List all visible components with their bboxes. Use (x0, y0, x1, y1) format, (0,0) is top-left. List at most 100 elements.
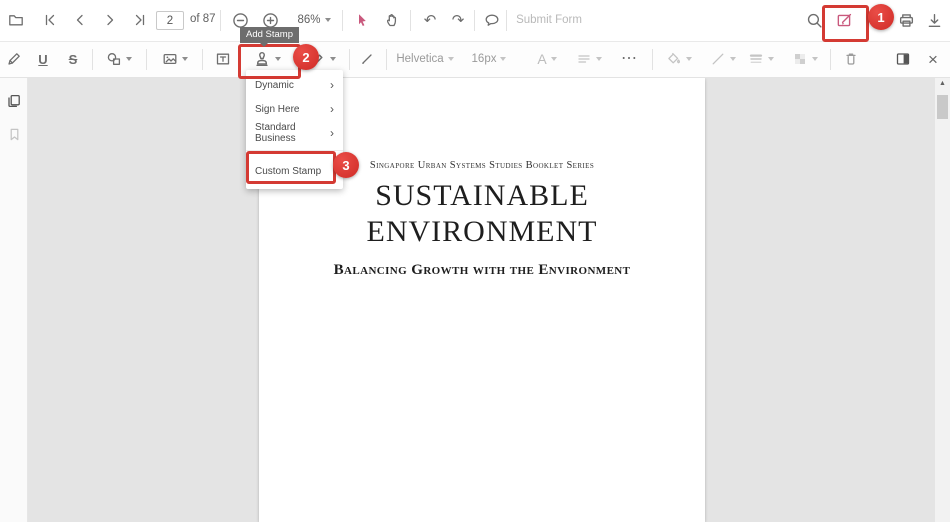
printer-icon (899, 13, 913, 27)
chevron-left-icon (76, 14, 83, 26)
first-page-icon (45, 14, 55, 26)
undo-icon: ↶ (423, 11, 437, 29)
comment-button[interactable] (478, 6, 506, 34)
divider (146, 49, 147, 70)
download-icon (928, 13, 940, 27)
callout-badge-3: 3 (333, 152, 359, 178)
image-tool-button[interactable] (154, 44, 196, 74)
page-thumbnails-button[interactable] (3, 90, 25, 112)
font-color-icon: A (537, 51, 547, 67)
underline-tool-button[interactable]: U (28, 44, 58, 74)
font-color-dropdown[interactable]: A (530, 44, 564, 74)
stamp-icon (256, 51, 268, 67)
font-family-value: Helvetica (396, 53, 444, 65)
divider (652, 49, 653, 70)
hand-icon (386, 14, 397, 27)
annotate-mode-button[interactable] (830, 6, 858, 34)
add-stamp-tooltip: Add Stamp (240, 27, 299, 43)
opacity-icon (795, 54, 805, 64)
cursor-arrow-icon (359, 14, 366, 26)
scrollbar-thumb[interactable] (937, 95, 948, 119)
delete-annotation-button[interactable] (836, 44, 866, 74)
close-icon: × (928, 49, 938, 69)
edit-annotation-icon (837, 13, 851, 26)
stroke-color-icon (712, 53, 724, 65)
last-page-button[interactable] (126, 6, 154, 34)
workspace: Singapore Urban Systems Studies Booklet … (0, 78, 950, 522)
caret-down-icon (768, 57, 774, 61)
last-page-icon (135, 14, 145, 26)
opacity-dropdown[interactable] (784, 44, 826, 74)
next-page-button[interactable] (96, 6, 124, 34)
divider (410, 10, 411, 31)
menu-item-label: Sign Here (255, 103, 300, 115)
pages-icon (8, 94, 20, 108)
ink-pen-tool-button[interactable] (352, 44, 382, 74)
caret-down-icon (730, 57, 736, 61)
left-sidebar (0, 78, 28, 522)
text-box-tool-button[interactable] (208, 44, 238, 74)
speech-bubble-icon (485, 14, 499, 26)
redo-icon: ↷ (451, 11, 465, 29)
line-thickness-icon (749, 54, 763, 63)
font-family-dropdown[interactable]: Helvetica (394, 44, 456, 74)
divider (386, 49, 387, 70)
divider (349, 49, 350, 70)
align-left-icon (578, 55, 590, 63)
shapes-tool-button[interactable] (98, 44, 140, 74)
scroll-up-arrow-icon[interactable]: ▲ (935, 80, 950, 87)
divider (830, 49, 831, 70)
caret-down-icon (182, 57, 188, 61)
menu-item-sign-here[interactable]: Sign Here › (246, 97, 343, 121)
panel-toggle-button[interactable] (888, 44, 918, 74)
previous-page-button[interactable] (66, 6, 94, 34)
strikethrough-tool-button[interactable]: S (58, 44, 88, 74)
print-button[interactable] (892, 6, 920, 34)
submit-form-label: Submit Form (516, 14, 582, 26)
underline-icon: U (38, 51, 48, 67)
first-page-button[interactable] (36, 6, 64, 34)
submenu-chevron-icon: › (330, 102, 334, 116)
caret-down-icon (550, 57, 557, 61)
menu-item-dynamic[interactable]: Dynamic › (246, 73, 343, 97)
vertical-scrollbar[interactable]: ▲ (935, 78, 950, 522)
divider (202, 49, 203, 70)
open-file-button[interactable] (2, 6, 30, 34)
download-button[interactable] (920, 6, 948, 34)
line-thickness-dropdown[interactable] (740, 44, 782, 74)
stamp-dropdown-menu: Dynamic › Sign Here › Standard Business … (246, 70, 343, 189)
caret-down-icon (330, 57, 336, 61)
fill-color-dropdown[interactable] (658, 44, 700, 74)
menu-item-custom-stamp[interactable]: Custom Stamp (246, 157, 343, 185)
close-toolbar-button[interactable]: × (918, 44, 948, 74)
undo-button[interactable]: ↶ (416, 6, 444, 34)
pan-tool-button[interactable] (378, 6, 406, 34)
submit-form-button[interactable]: Submit Form (514, 6, 584, 34)
divider (342, 10, 343, 31)
document-subtitle: Balancing Growth with the Environment (333, 262, 631, 278)
select-tool-button[interactable] (348, 6, 376, 34)
more-options-button[interactable]: ⋯ (614, 44, 644, 74)
edit-toolbar: U S Helvetica 16px A ⋯ × (0, 42, 950, 78)
image-icon (163, 53, 177, 65)
pencil-tool-button[interactable] (0, 44, 28, 74)
caret-down-icon (126, 57, 132, 61)
font-size-dropdown[interactable]: 16px (466, 44, 512, 74)
bookmarks-button[interactable] (3, 123, 25, 145)
page-count-label: of 87 (190, 13, 216, 25)
search-icon (807, 13, 822, 28)
page-number-input[interactable] (156, 11, 184, 30)
text-align-dropdown[interactable] (568, 44, 610, 74)
search-button[interactable] (800, 6, 828, 34)
redo-button[interactable]: ↷ (444, 6, 472, 34)
caret-down-icon (324, 18, 331, 22)
side-panel-icon (896, 53, 910, 65)
strikethrough-icon: S (68, 51, 78, 67)
document-canvas[interactable]: Singapore Urban Systems Studies Booklet … (28, 78, 935, 522)
divider (506, 10, 507, 31)
menu-item-standard-business[interactable]: Standard Business › (246, 121, 343, 145)
text-box-icon (216, 53, 230, 65)
caret-down-icon (812, 57, 818, 61)
stroke-color-dropdown[interactable] (704, 44, 742, 74)
shapes-icon (107, 53, 121, 65)
